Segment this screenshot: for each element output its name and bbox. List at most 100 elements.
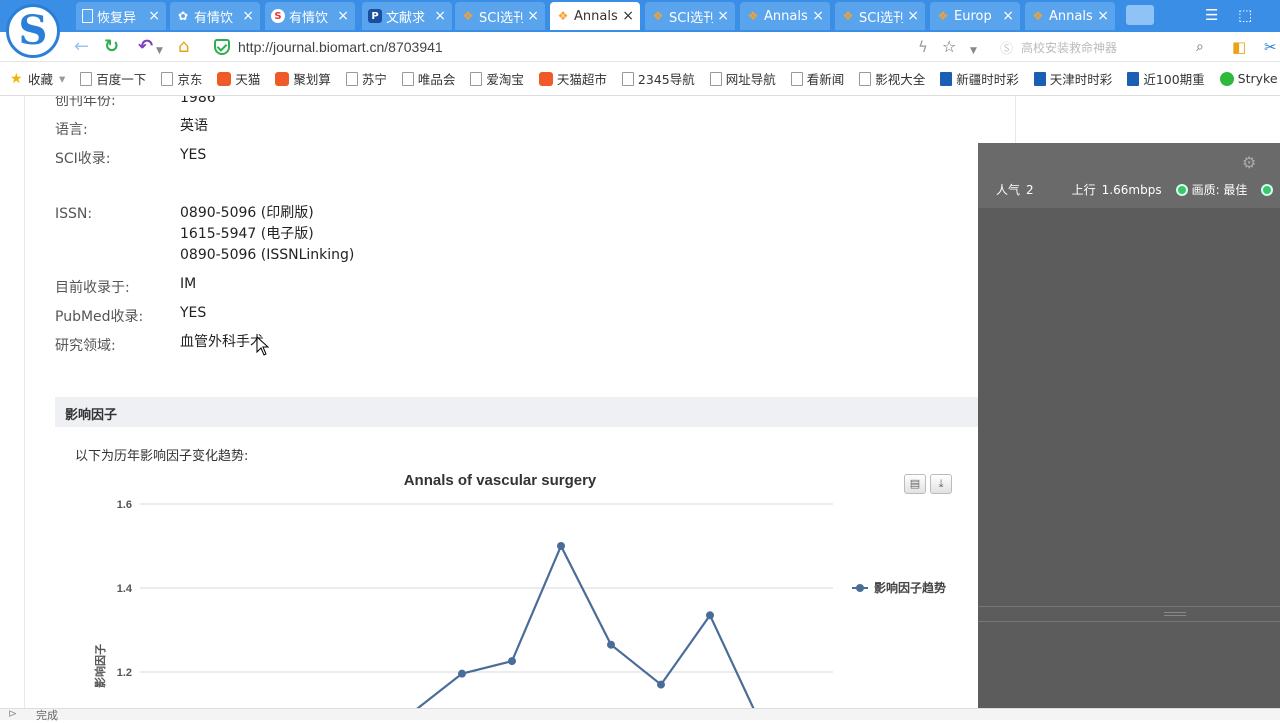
field-label-founded: 创刊年份:	[55, 96, 116, 109]
tab-6[interactable]: ❖ SCI选刊 ×	[645, 2, 735, 30]
bookmark-item[interactable]: 唯品会	[401, 69, 455, 88]
tab-10[interactable]: ❖ Annals ×	[1025, 2, 1115, 30]
field-value-issn-linking: 0890-5096 (ISSNLinking)	[180, 247, 355, 263]
bookmark-item[interactable]: 百度一下	[80, 69, 146, 88]
field-value-indexed: IM	[180, 276, 197, 292]
address-bar: ← ↻ ↶ ▼ ⌂ http://journal.biomart.cn/8703…	[0, 32, 1280, 62]
tab-close-icon[interactable]: ×	[337, 8, 349, 24]
tab-label: Europ	[954, 8, 992, 24]
page-icon	[345, 71, 358, 86]
tab-close-icon[interactable]: ×	[434, 8, 446, 24]
tab-close-icon[interactable]: ×	[242, 8, 254, 24]
bookmark-label: 网址导航	[725, 72, 776, 87]
tab-label: 有情饮	[194, 10, 234, 26]
bookmark-label: 京东	[177, 72, 203, 87]
data-point	[657, 680, 665, 689]
tab-7[interactable]: ❖ Annals ×	[740, 2, 830, 30]
tab-close-icon[interactable]: ×	[717, 8, 729, 24]
legend-label: 影响因子趋势	[874, 580, 946, 595]
y-tick-label: 1.6	[117, 499, 132, 511]
bookmark-item[interactable]: ★ 收藏 ▾	[10, 69, 65, 88]
undo-icon[interactable]: ↶	[138, 37, 153, 57]
shirt-skin-icon[interactable]: ⬚	[1238, 6, 1252, 24]
status-text: 完成	[36, 709, 58, 722]
search-icon[interactable]: ⌕	[1196, 39, 1204, 55]
tab-4[interactable]: ❖ SCI选刊 ×	[455, 2, 545, 30]
field-label-indexed: 目前收录于:	[55, 280, 130, 296]
bookmark-item[interactable]: 京东	[161, 69, 202, 88]
bookmark-item[interactable]: 影视大全	[859, 69, 925, 88]
y-axis-label: 影响因子	[93, 644, 107, 688]
quality-label: 画质: 最佳	[1191, 183, 1248, 197]
back-arrow-icon[interactable]: ←	[74, 37, 89, 57]
tab-close-icon[interactable]: ×	[527, 8, 539, 24]
tab-close-icon[interactable]: ×	[622, 8, 634, 24]
refresh-icon[interactable]: ↻	[104, 37, 119, 57]
field-value-research: 血管外科手术	[180, 334, 264, 350]
tab-label: SCI选刊	[859, 10, 904, 26]
sidebar-toggle-icon[interactable]: ⊳	[8, 707, 17, 720]
tab-8[interactable]: ❖ SCI选刊 ×	[835, 2, 925, 30]
bookmark-item[interactable]: 苏宁	[345, 69, 387, 88]
field-value-issn-electronic: 1615-5947 (电子版)	[180, 226, 314, 242]
chevron-down-icon[interactable]: ▾	[59, 71, 65, 86]
tab-5[interactable]: ❖ Annals ×	[550, 2, 640, 30]
bookmark-item[interactable]: 看新闻	[790, 69, 845, 88]
menu-icon[interactable]: ☰	[1205, 6, 1218, 24]
field-label-pubmed: PubMed收录:	[55, 309, 144, 325]
favorite-star-icon[interactable]: ☆	[942, 37, 956, 57]
bookmark-label: 苏宁	[361, 72, 387, 87]
bookmark-item[interactable]: 天猫超市	[538, 69, 607, 88]
bookmark-label: 爱淘宝	[486, 72, 524, 87]
bookmark-label: Stryke	[1237, 71, 1278, 86]
tab-close-icon[interactable]: ×	[907, 8, 919, 24]
search-input[interactable]: Ⓢ 高校安装救命神器 ⌕	[1000, 35, 1216, 59]
undo-dropdown-icon[interactable]: ▼	[156, 41, 163, 61]
tab-bar: 恢复异 × ✿ 有情饮 × S 有情饮 × P 文献求 × ❖ SCI选刊 × ❖ Annals × ❖ SCI选刊…	[0, 0, 1280, 32]
resize-grip-icon[interactable]	[1164, 612, 1186, 616]
bookmark-item[interactable]: 新疆时时彩	[940, 69, 1019, 88]
bookmark-item[interactable]: 天猫	[217, 69, 260, 88]
panel-divider	[978, 606, 1280, 622]
bookmark-item[interactable]: 近100期重	[1127, 69, 1205, 88]
tab-close-icon[interactable]: ×	[1002, 8, 1014, 24]
settings-gear-icon[interactable]: ⚙	[1242, 153, 1256, 172]
bookmark-item[interactable]: 天津时时彩	[1033, 69, 1112, 88]
bookmark-item[interactable]: 网址导航	[709, 69, 776, 88]
tao-icon	[217, 71, 232, 86]
field-value-founded: 1986	[180, 96, 216, 106]
tab-close-icon[interactable]: ×	[812, 8, 824, 24]
doc-favicon-icon	[82, 9, 93, 23]
star-icon: ★	[10, 70, 23, 87]
quality-status-icon	[1175, 183, 1188, 196]
bookmark-label: 看新闻	[806, 72, 845, 87]
lightning-icon[interactable]: ϟ	[918, 37, 928, 57]
tab-1[interactable]: ✿ 有情饮 ×	[170, 2, 260, 30]
bookmark-item[interactable]: Stryke	[1219, 71, 1278, 86]
data-point	[706, 611, 714, 620]
extension-icon[interactable]: ◧	[1232, 37, 1246, 57]
tab-0[interactable]: 恢复异 ×	[76, 2, 166, 30]
field-label-sci: SCI收录:	[55, 151, 111, 167]
tab-close-icon[interactable]: ×	[148, 8, 160, 24]
bookmark-item[interactable]: 聚划算	[275, 69, 331, 88]
tools-icon[interactable]: ✂	[1264, 37, 1277, 57]
tab-9[interactable]: ❖ Europ ×	[930, 2, 1020, 30]
y-tick-label: 1.4	[117, 583, 133, 595]
bookmark-item[interactable]: 爱淘宝	[470, 69, 524, 88]
field-label-language: 语言:	[55, 122, 88, 138]
tab-label: SCI选刊	[669, 10, 714, 26]
home-icon[interactable]: ⌂	[178, 37, 189, 57]
extra-status-icon	[1261, 183, 1274, 196]
new-tab-button[interactable]	[1126, 5, 1154, 25]
tab-2[interactable]: S 有情饮 ×	[265, 2, 355, 30]
favorite-dropdown-icon[interactable]: ▼	[970, 41, 977, 61]
tab-close-icon[interactable]: ×	[1097, 8, 1109, 24]
tab-3[interactable]: P 文献求 ×	[362, 2, 452, 30]
url-field[interactable]: http://journal.biomart.cn/8703941	[214, 35, 994, 59]
field-label-research: 研究领域:	[55, 338, 116, 354]
field-value-issn-print: 0890-5096 (印刷版)	[180, 205, 314, 221]
one-icon	[1033, 71, 1046, 86]
bookmark-item[interactable]: 2345导航	[621, 69, 695, 88]
one-icon	[1127, 71, 1140, 86]
